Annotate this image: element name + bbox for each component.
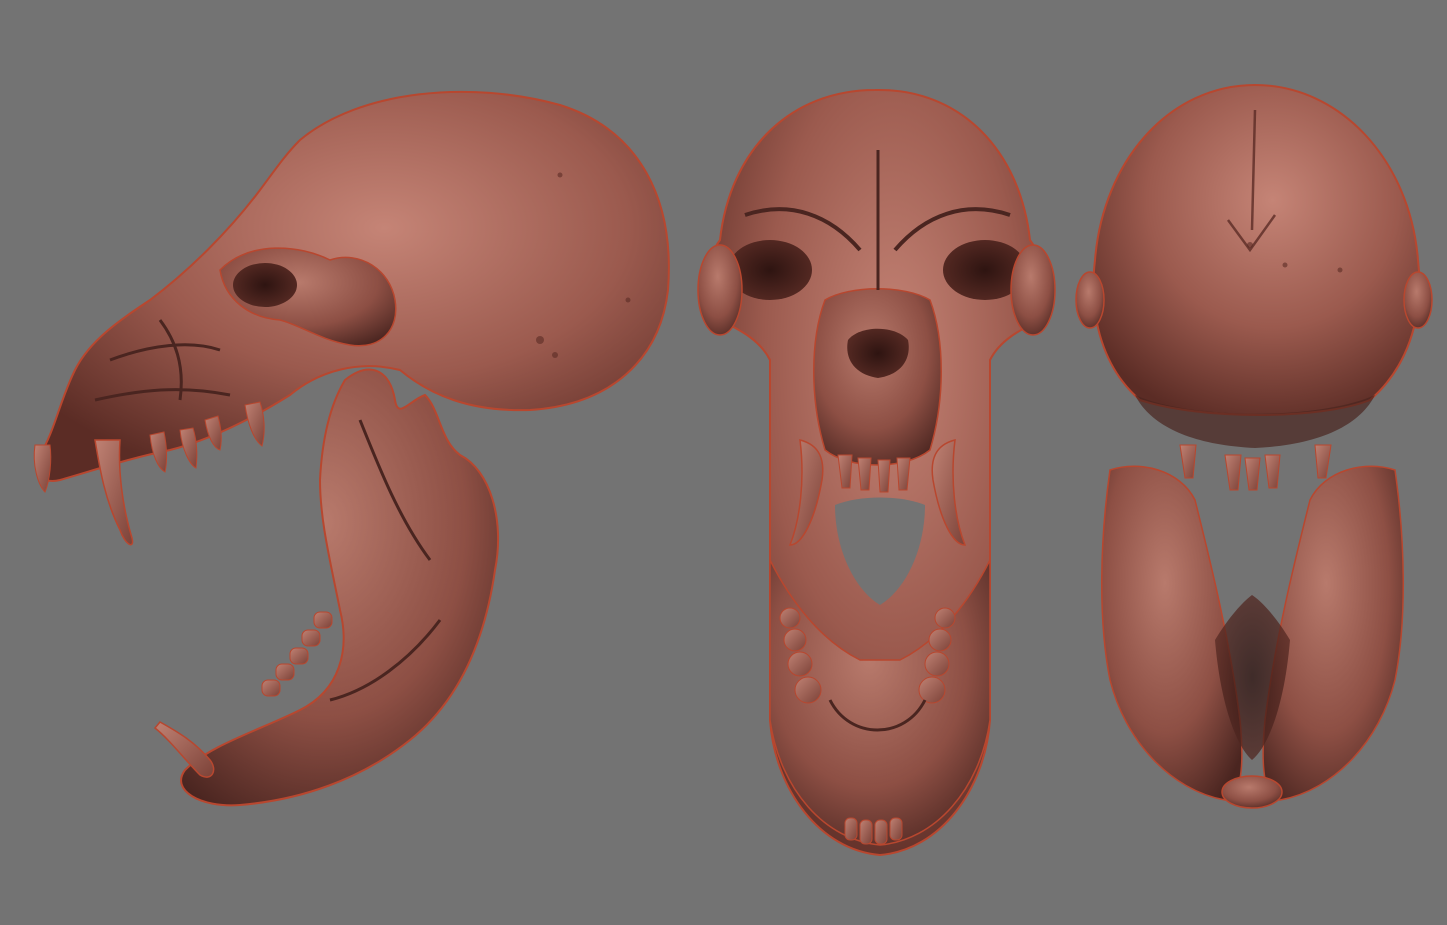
front-molar <box>787 651 813 677</box>
texture-speck <box>625 297 631 303</box>
front-upper-incisor <box>877 459 891 493</box>
front-molar <box>783 628 807 652</box>
back-ear-left <box>1075 271 1105 329</box>
back-ear-right <box>1403 271 1433 329</box>
side-lower-tooth <box>301 629 321 647</box>
texture-speck <box>1247 242 1253 248</box>
texture-speck <box>552 352 558 358</box>
front-molar <box>928 628 952 652</box>
texture-speck <box>536 336 544 344</box>
side-lower-tooth <box>275 663 295 681</box>
side-eye-orbit <box>233 263 297 307</box>
front-molar <box>924 651 950 677</box>
front-zygomatic-right <box>1010 244 1056 336</box>
texture-speck <box>1282 262 1288 268</box>
skull-turnaround-render <box>0 0 1447 925</box>
front-zygomatic-left <box>697 244 743 336</box>
front-lower-incisor <box>889 817 903 841</box>
side-lower-tooth <box>313 611 333 629</box>
sculpt-render-viewport <box>0 0 1447 925</box>
back-chin <box>1221 775 1283 809</box>
front-molar <box>934 607 956 629</box>
front-lower-incisor <box>874 819 888 845</box>
front-molar <box>918 676 946 704</box>
side-lower-tooth <box>261 679 281 697</box>
front-lower-incisor <box>859 819 873 845</box>
texture-speck <box>557 172 563 178</box>
texture-speck <box>1337 267 1343 273</box>
front-lower-incisor <box>844 817 858 841</box>
front-molar <box>794 676 822 704</box>
side-lower-tooth <box>289 647 309 665</box>
front-molar <box>779 607 801 629</box>
